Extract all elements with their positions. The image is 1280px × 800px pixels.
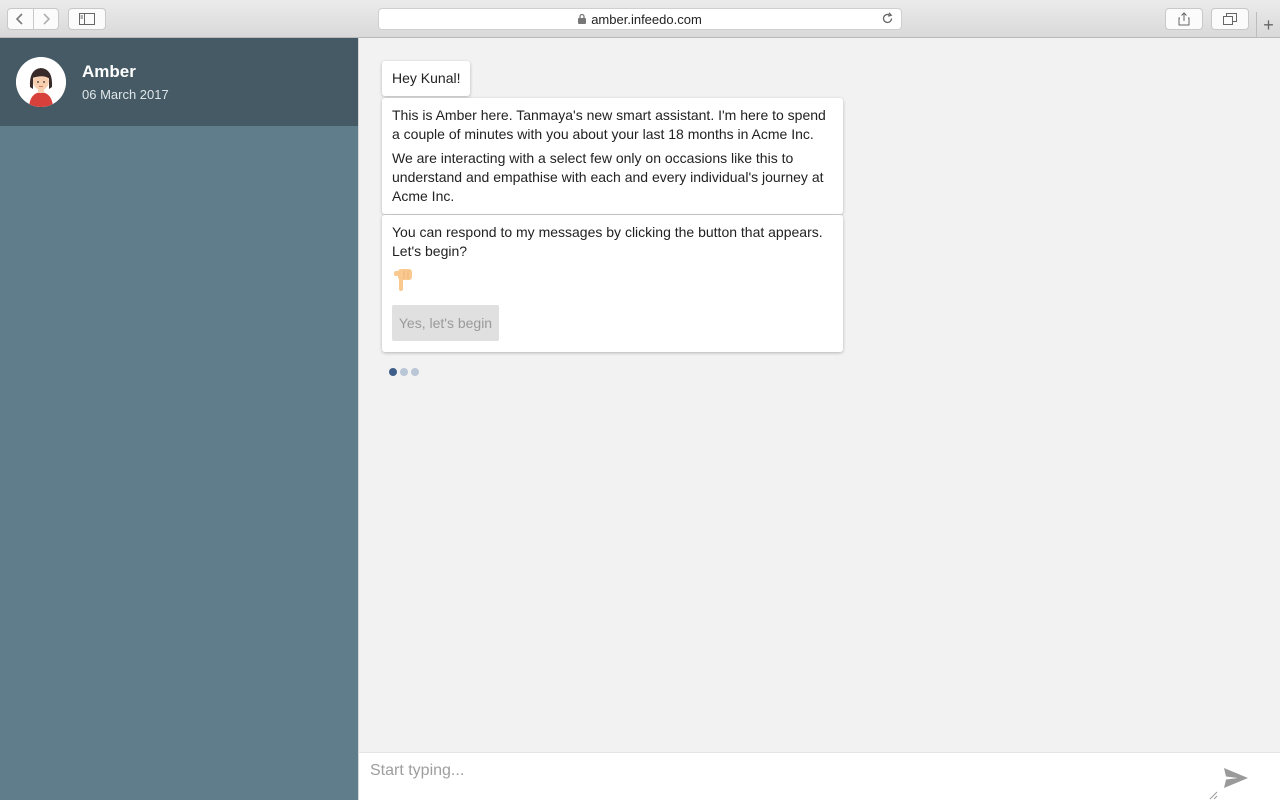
sidebar: Amber 06 March 2017 — [0, 38, 358, 800]
profile-header: Amber 06 March 2017 — [0, 38, 358, 126]
message-bubble: Hey Kunal! — [382, 61, 471, 96]
chat-area: Hey Kunal! This is Amber here. Tanmaya's… — [358, 38, 1280, 752]
resize-handle-icon[interactable] — [1209, 791, 1218, 800]
plus-icon[interactable]: + — [1256, 12, 1280, 38]
address-bar[interactable]: amber.infeedo.com — [378, 8, 902, 30]
tabs-icon[interactable] — [1211, 8, 1249, 30]
send-icon[interactable] — [1223, 767, 1249, 789]
message-input[interactable] — [370, 759, 1210, 783]
sidebar-toggle-icon[interactable] — [68, 8, 106, 30]
browser-toolbar: amber.infeedo.com + — [0, 0, 1280, 38]
typing-dot — [400, 368, 408, 376]
forward-icon[interactable] — [34, 9, 59, 29]
typing-dot — [389, 368, 397, 376]
message-bubble: You can respond to my messages by clicki… — [382, 215, 843, 352]
avatar — [16, 57, 66, 107]
back-icon[interactable] — [8, 9, 34, 29]
message-text: This is Amber here. Tanmaya's new smart … — [392, 107, 826, 142]
share-icon[interactable] — [1165, 8, 1203, 30]
profile-date: 06 March 2017 — [82, 87, 169, 102]
nav-buttons — [7, 8, 59, 30]
message-text: You can respond to my messages by clicki… — [392, 224, 823, 259]
message-text: Hey Kunal! — [392, 70, 461, 86]
typing-dot — [411, 368, 419, 376]
profile-name: Amber — [82, 62, 136, 81]
typing-indicator — [389, 368, 419, 376]
message-text: We are interacting with a select few onl… — [392, 150, 824, 204]
url-text: amber.infeedo.com — [591, 11, 702, 27]
message-composer — [358, 752, 1280, 800]
message-bubble: This is Amber here. Tanmaya's new smart … — [382, 98, 843, 214]
lock-icon — [578, 14, 587, 24]
begin-button[interactable]: Yes, let's begin — [392, 305, 499, 341]
reload-icon[interactable] — [881, 12, 894, 25]
hand-pointing-down-icon — [392, 267, 833, 293]
